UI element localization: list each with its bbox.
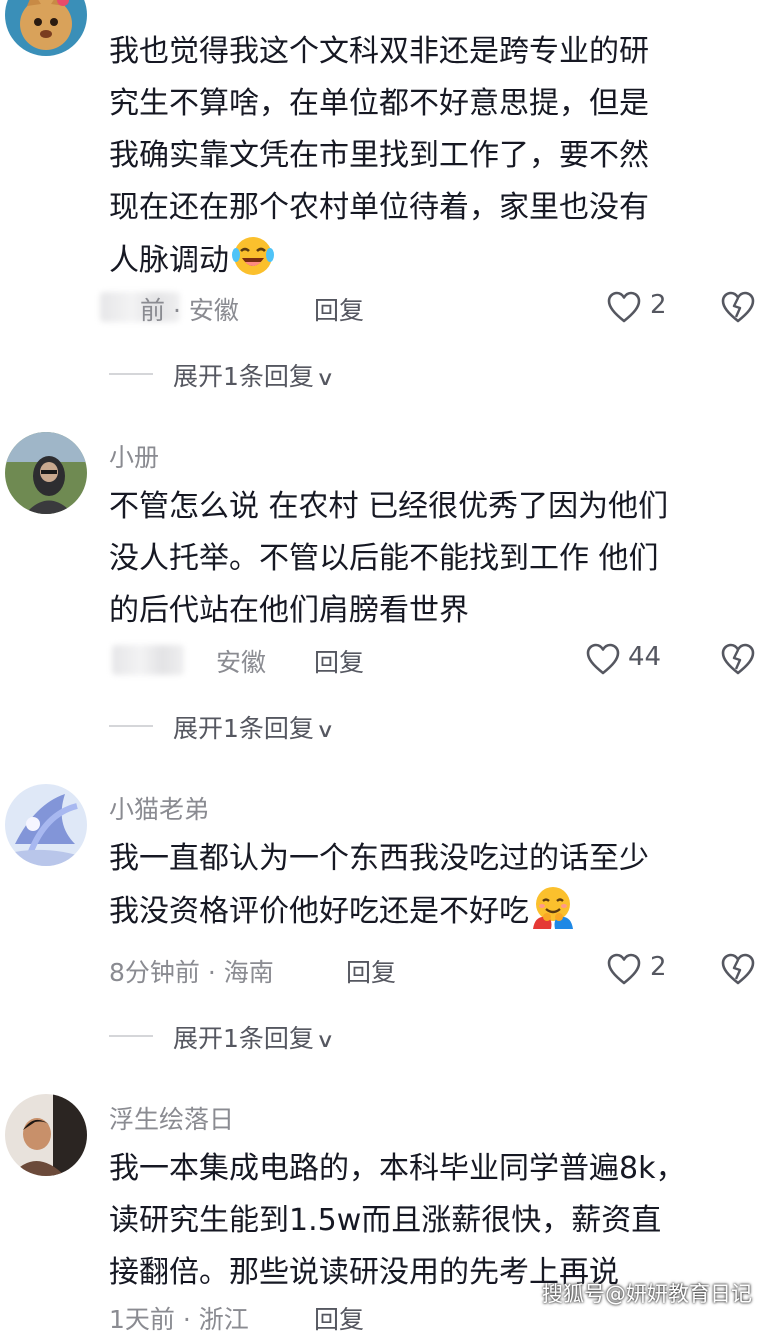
comment-line: 没人托举。不管以后能不能找到工作 他们	[109, 541, 659, 576]
expand-label: 展开1条回复	[173, 714, 314, 743]
comment-text: 不管怎么说 在农村 已经很优秀了因为他们 没人托举。不管以后能不能找到工作 他们…	[109, 481, 739, 637]
expand-replies[interactable]: 展开1条回复∨	[173, 357, 335, 393]
like-count: 2	[650, 952, 667, 982]
heart-icon[interactable]	[585, 642, 621, 676]
comment-line: 我一直都认为一个东西我没吃过的话至少	[109, 841, 649, 876]
like-count: 2	[650, 290, 667, 320]
comment-line: 不管怎么说 在农村 已经很优秀了因为他们	[109, 489, 669, 524]
comment-text: 我也觉得我这个文科双非还是跨专业的研 究生不算啥，在单位都不好意思提，但是 我确…	[109, 26, 739, 287]
reply-button[interactable]: 回复	[314, 1300, 364, 1336]
watermark: 搜狐号@妍妍教育日记	[542, 1282, 752, 1306]
heart-icon[interactable]	[606, 290, 642, 324]
dislike-icon[interactable]	[721, 290, 755, 324]
comment-line: 我一本集成电路的，本科毕业同学普遍8k，	[109, 1151, 686, 1186]
comment-line: 究生不算啥，在单位都不好意思提，但是	[109, 86, 649, 121]
expand-label: 展开1条回复	[173, 1024, 314, 1053]
comment-line: 现在还在那个农村单位待着，家里也没有	[109, 190, 649, 225]
hugging-emoji	[533, 887, 573, 929]
like-count: 44	[628, 642, 662, 672]
comment-meta: 8分钟前 · 海南	[109, 958, 274, 987]
comment-line: 我确实靠文凭在市里找到工作了，要不然	[109, 138, 649, 173]
reply-button[interactable]: 回复	[314, 291, 364, 327]
username[interactable]: 浮生绘落日	[109, 1100, 234, 1136]
expand-replies[interactable]: 展开1条回复∨	[173, 1019, 335, 1055]
comment-line: 的后代站在他们肩膀看世界	[109, 593, 469, 628]
laughing-crying-emoji	[232, 237, 274, 275]
comment-line: 人脉调动	[109, 243, 229, 278]
reply-button[interactable]: 回复	[346, 953, 396, 989]
heart-icon[interactable]	[606, 952, 642, 986]
expand-label: 展开1条回复	[173, 362, 314, 391]
dislike-icon[interactable]	[721, 952, 755, 986]
chevron-down-icon: ∨	[315, 718, 335, 742]
comment-line: 读研究生能到1.5w而且涨薪很快，薪资直	[109, 1203, 662, 1238]
user-avatar[interactable]	[5, 432, 87, 514]
user-avatar[interactable]	[5, 1094, 87, 1176]
expand-replies[interactable]: 展开1条回复∨	[173, 709, 335, 745]
comment-text: 我一直都认为一个东西我没吃过的话至少 我没资格评价他好吃还是不好吃	[109, 833, 739, 938]
comment-line: 我没资格评价他好吃还是不好吃	[109, 894, 529, 929]
comment-line: 我也觉得我这个文科双非还是跨专业的研	[109, 34, 649, 69]
chevron-down-icon: ∨	[315, 1028, 335, 1052]
blurred-time	[112, 645, 184, 675]
comment-meta: 前 · 安徽	[140, 296, 239, 325]
user-avatar[interactable]	[5, 784, 87, 866]
dislike-icon[interactable]	[721, 642, 755, 676]
divider-line	[109, 725, 153, 727]
comment-meta: 安徽	[216, 648, 267, 677]
comment-text: 我一本集成电路的，本科毕业同学普遍8k， 读研究生能到1.5w而且涨薪很快，薪资…	[109, 1143, 739, 1299]
chevron-down-icon: ∨	[315, 366, 335, 390]
comment-meta: 1天前 · 浙江	[109, 1305, 249, 1334]
divider-line	[109, 1035, 153, 1037]
username[interactable]: 小猫老弟	[109, 790, 209, 826]
reply-button[interactable]: 回复	[314, 643, 364, 679]
user-avatar[interactable]	[5, 0, 87, 56]
username[interactable]: 小册	[109, 438, 159, 474]
divider-line	[109, 373, 153, 375]
